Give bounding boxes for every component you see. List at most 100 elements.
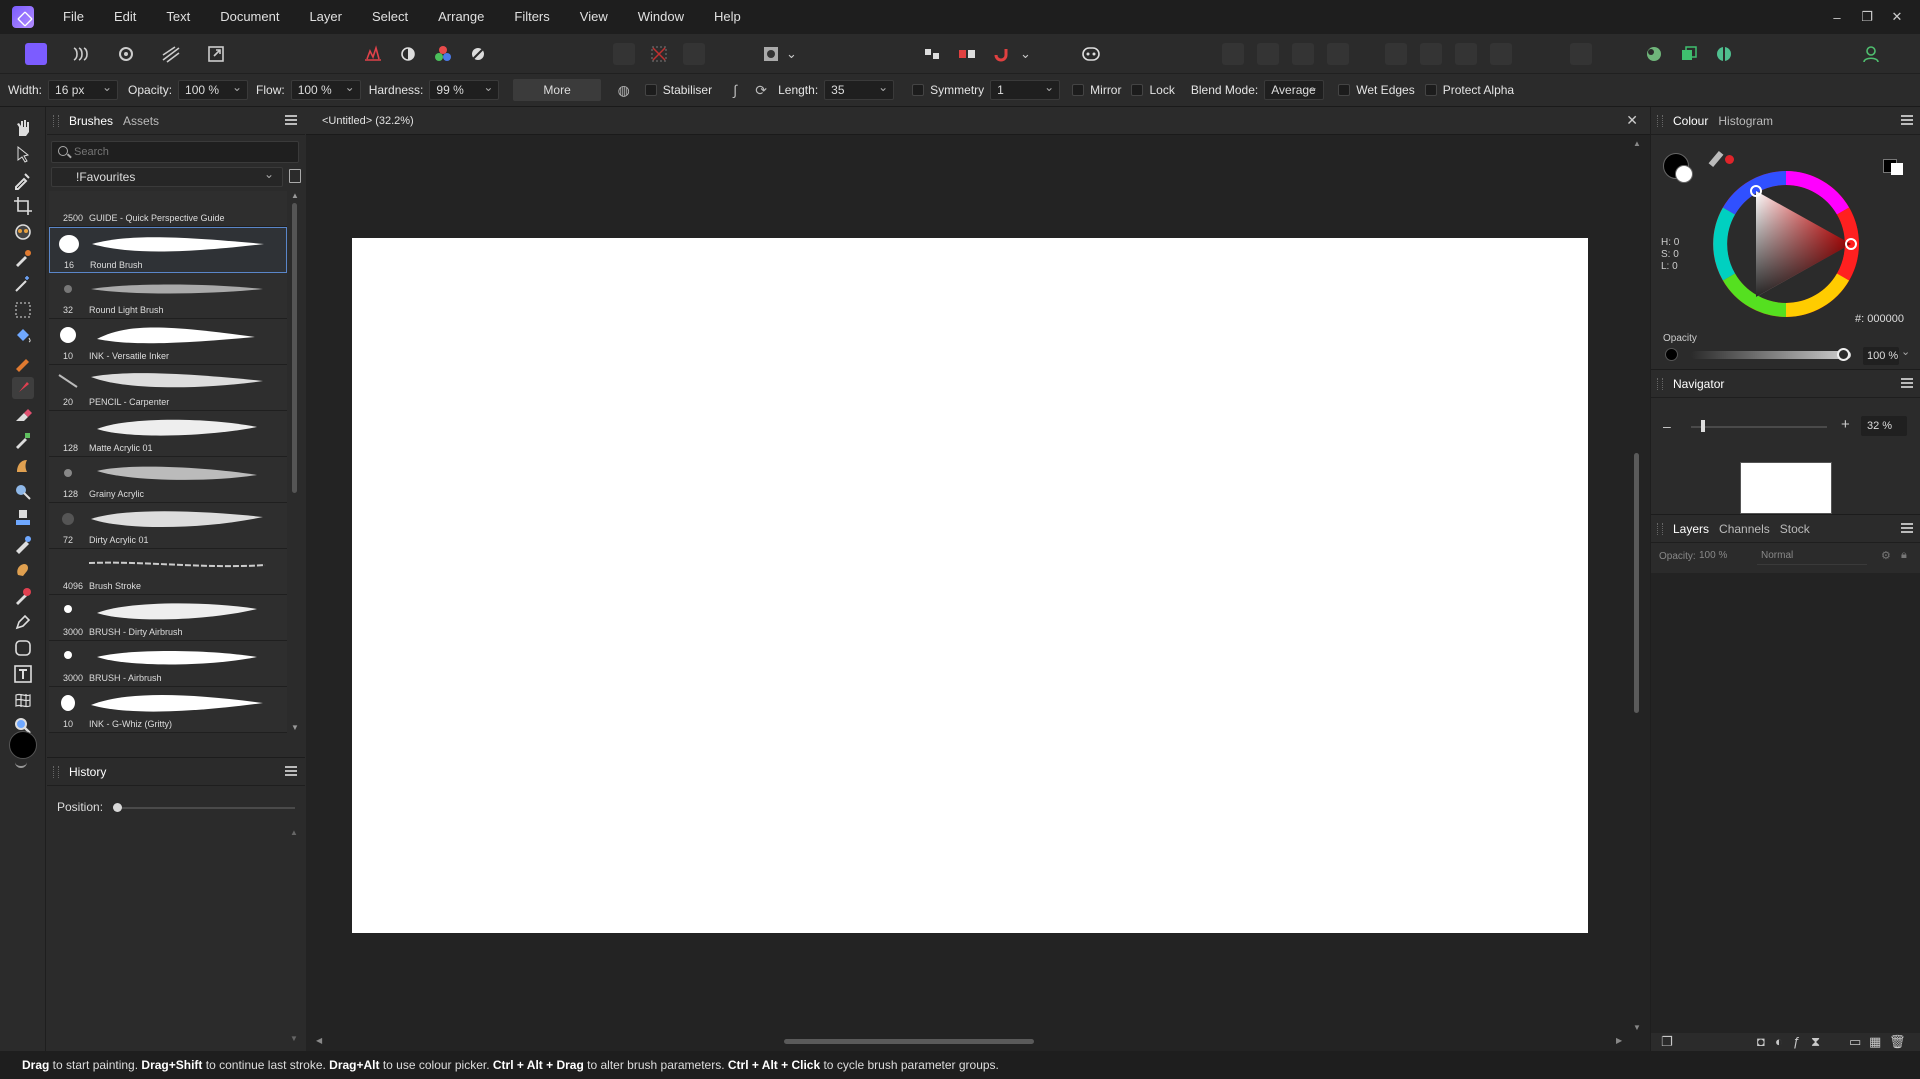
- brush-dynamics-icon[interactable]: ◍: [615, 81, 633, 99]
- quick-mask-icon[interactable]: [760, 43, 782, 65]
- rotate-left-icon[interactable]: [1292, 43, 1314, 65]
- arrange-front-icon[interactable]: [1490, 43, 1512, 65]
- clone-brush-tool-icon[interactable]: [12, 507, 34, 529]
- canvas-horizontal-scrollbar[interactable]: ◀ ▶: [306, 1036, 1632, 1048]
- layers-list[interactable]: [1651, 573, 1920, 1033]
- close-window-button[interactable]: ✕: [1882, 9, 1912, 25]
- layer-lock-icon[interactable]: 🔒︎: [1901, 549, 1907, 562]
- rope-mode-icon[interactable]: ∫: [726, 81, 744, 99]
- stabiliser-checkbox[interactable]: [644, 84, 657, 96]
- red-eye-tool-icon[interactable]: [12, 221, 34, 243]
- menu-document[interactable]: Document: [205, 0, 294, 34]
- lock-checkbox[interactable]: [1131, 84, 1144, 96]
- mirror-checkbox[interactable]: [1072, 84, 1085, 96]
- scroll-left-icon[interactable]: ◀: [316, 1036, 322, 1045]
- rotate-right-icon[interactable]: [1327, 43, 1349, 65]
- menu-select[interactable]: Select: [357, 0, 423, 34]
- brush-item[interactable]: 2500 GUIDE - Quick Perspective Guide: [49, 191, 287, 227]
- fill-layer-icon[interactable]: ⧗: [1811, 1033, 1820, 1051]
- history-slider-knob[interactable]: [113, 803, 122, 812]
- live-filter-icon[interactable]: ƒ: [1793, 1033, 1800, 1051]
- layers-panel-menu-icon[interactable]: [1901, 523, 1913, 533]
- protect-alpha-checkbox[interactable]: [1424, 84, 1437, 96]
- tab-brushes[interactable]: Brushes: [69, 114, 113, 128]
- hardness-field[interactable]: 99 %: [429, 78, 500, 100]
- magic-wand-tool-icon[interactable]: [12, 273, 34, 295]
- delete-layer-icon[interactable]: 🗑︎: [1889, 1033, 1906, 1051]
- panel-grip-icon[interactable]: [1657, 114, 1663, 127]
- app-logo-icon[interactable]: [12, 6, 34, 28]
- add-pixel-layer-icon[interactable]: ▦: [1869, 1033, 1881, 1051]
- layer-duplicate-icon[interactable]: ❐: [1661, 1033, 1673, 1051]
- view-tool-icon[interactable]: [12, 117, 34, 139]
- width-field[interactable]: 16 px: [48, 78, 119, 100]
- canvas-vertical-scroll-thumb[interactable]: [1634, 453, 1639, 713]
- history-position-slider[interactable]: [113, 803, 295, 812]
- menu-layer[interactable]: Layer: [294, 0, 357, 34]
- tab-channels[interactable]: Channels: [1719, 522, 1770, 536]
- menu-file[interactable]: File: [48, 0, 99, 34]
- magnet-icon[interactable]: [990, 43, 1012, 65]
- select-all-icon[interactable]: [613, 43, 635, 65]
- brush-search-input[interactable]: [74, 144, 294, 160]
- tab-stock[interactable]: Stock: [1780, 522, 1810, 536]
- colour-mode-swatch-white[interactable]: [1891, 163, 1903, 175]
- stroke-colour-swatch[interactable]: [1675, 165, 1693, 183]
- symmetry-field[interactable]: 1: [990, 78, 1061, 100]
- add-mask-icon[interactable]: ◘: [1757, 1033, 1765, 1051]
- panel-grip-icon[interactable]: [1657, 377, 1663, 390]
- colour-panel-menu-icon[interactable]: [1901, 115, 1913, 125]
- panel-grip-icon[interactable]: [53, 114, 59, 127]
- pen-tool-icon[interactable]: [12, 611, 34, 633]
- history-scrollbar[interactable]: ▲ ▼: [289, 828, 299, 1048]
- brush-item[interactable]: 4096 Brush Stroke: [49, 549, 287, 595]
- scroll-right-icon[interactable]: ▶: [1616, 1036, 1622, 1045]
- navigator-preview[interactable]: [1740, 462, 1832, 514]
- picked-colour-swatch[interactable]: [1725, 155, 1734, 164]
- layer-settings-icon[interactable]: ⚙: [1881, 549, 1891, 562]
- opacity-dropdown-icon[interactable]: ⌄: [1901, 345, 1910, 358]
- quick-mask-dropdown-icon[interactable]: ⌄: [786, 45, 797, 63]
- brush-item[interactable]: 72 Dirty Acrylic 01: [49, 503, 287, 549]
- swap-colours-icon[interactable]: [15, 762, 27, 768]
- healing-brush-tool-icon[interactable]: [12, 533, 34, 555]
- menu-view[interactable]: View: [565, 0, 623, 34]
- scroll-down-icon[interactable]: ▼: [291, 723, 299, 732]
- brush-item[interactable]: 10 INK - Versatile Inker: [49, 319, 287, 365]
- brushes-panel-menu-icon[interactable]: [285, 115, 297, 125]
- menu-window[interactable]: Window: [623, 0, 699, 34]
- menu-help[interactable]: Help: [699, 0, 756, 34]
- arrange-forward-icon[interactable]: [1455, 43, 1477, 65]
- navigator-zoom-knob[interactable]: [1701, 420, 1705, 432]
- invert-selection-icon[interactable]: [683, 43, 705, 65]
- colour-opacity-slider[interactable]: [1691, 351, 1851, 359]
- persona-tone-map-icon[interactable]: [160, 43, 182, 65]
- pixel-tool-icon[interactable]: [12, 429, 34, 451]
- canvas-horizontal-scroll-thumb[interactable]: [784, 1039, 1034, 1044]
- scroll-up-icon[interactable]: ▲: [291, 191, 299, 200]
- smudge-brush-tool-icon[interactable]: [12, 559, 34, 581]
- dodge-brush-tool-icon[interactable]: [12, 455, 34, 477]
- duplicate-icon[interactable]: [1678, 43, 1700, 65]
- document-tab[interactable]: <Untitled> (32.2%) ✕: [306, 107, 1650, 135]
- flood-fill-tool-icon[interactable]: [12, 325, 34, 347]
- move-tool-icon[interactable]: [12, 143, 34, 165]
- blend-mode-field[interactable]: Average: [1264, 78, 1325, 100]
- brush-category-menu-icon[interactable]: [289, 169, 301, 183]
- colour-opacity-knob[interactable]: [1837, 348, 1850, 361]
- wet-edges-checkbox[interactable]: [1338, 84, 1351, 96]
- persona-develop-icon[interactable]: [115, 43, 137, 65]
- navigator-panel-menu-icon[interactable]: [1901, 378, 1913, 388]
- tab-layers[interactable]: Layers: [1673, 522, 1709, 536]
- mesh-warp-tool-icon[interactable]: [12, 689, 34, 711]
- auto-colour-icon[interactable]: [432, 43, 454, 65]
- colour-picker-tool-icon[interactable]: [12, 169, 34, 191]
- persona-liquify-icon[interactable]: [70, 43, 92, 65]
- persona-export-icon[interactable]: [205, 43, 227, 65]
- history-panel-menu-icon[interactable]: [285, 766, 297, 776]
- flip-horizontal-icon[interactable]: [1222, 43, 1244, 65]
- deselect-icon[interactable]: [648, 43, 670, 65]
- snapping-icon[interactable]: [921, 43, 943, 65]
- persona-photo-icon[interactable]: [25, 43, 47, 65]
- alignment-icon[interactable]: [1570, 43, 1592, 65]
